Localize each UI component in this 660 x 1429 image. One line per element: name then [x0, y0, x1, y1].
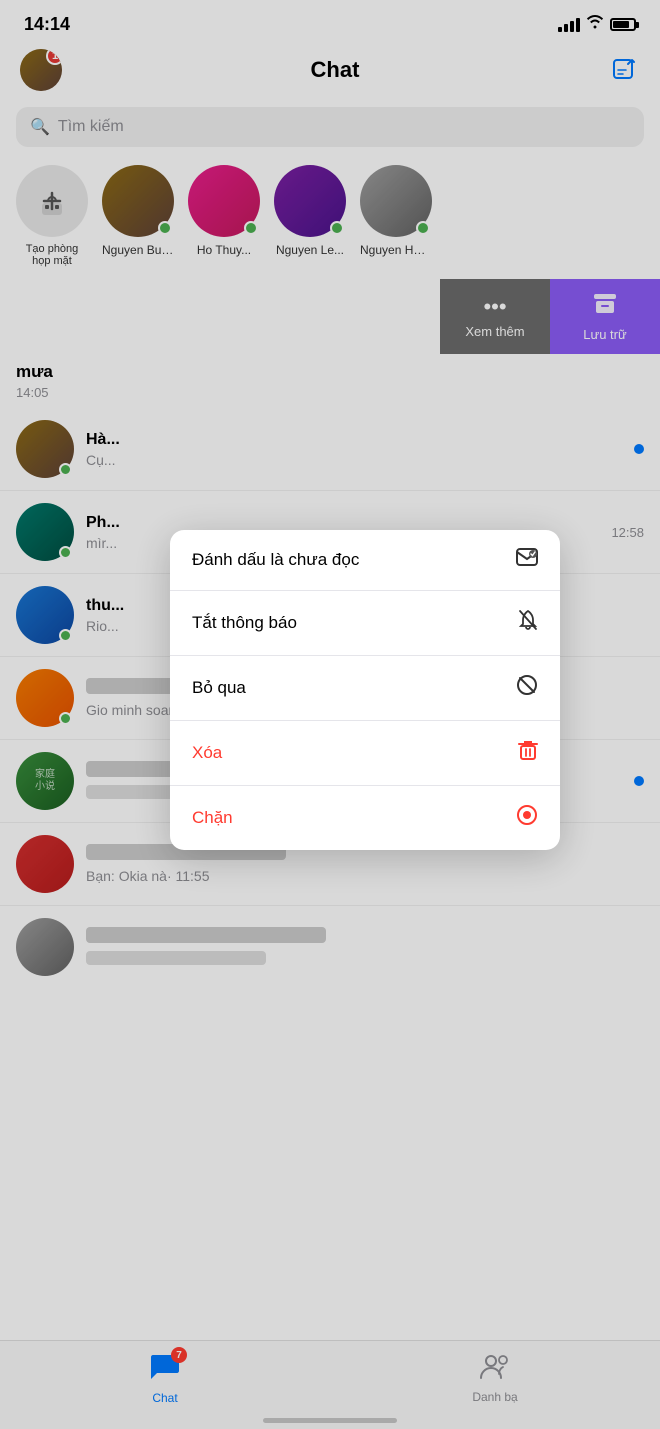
partial-chat-name: mưa	[0, 354, 660, 382]
status-icons	[558, 15, 636, 34]
mute-icon	[518, 609, 538, 637]
story-label-2: Ho Thuy...	[197, 243, 251, 257]
story-item-1[interactable]: Nguyen Buyen...	[102, 165, 174, 267]
stories-row: Tạo phòng họp mặt Nguyen Buyen... Ho Thu…	[0, 159, 660, 279]
chat-preview-6: Bạn: Okia nà· 11:55	[86, 868, 644, 884]
avatar-badge: 1	[46, 49, 62, 65]
more-archive-bar: ••• Xem thêm Lưu trữ	[0, 279, 660, 354]
search-input: Tìm kiếm	[58, 118, 124, 136]
search-bar[interactable]: 🔍 Tìm kiếm	[16, 107, 644, 147]
wifi-icon	[586, 15, 604, 34]
battery-icon	[610, 18, 636, 31]
context-delete[interactable]: Xóa	[170, 721, 560, 786]
delete-label: Xóa	[192, 743, 222, 763]
chat-preview-7	[86, 951, 644, 968]
search-icon: 🔍	[30, 117, 50, 137]
more-label: Xem thêm	[465, 324, 524, 339]
archive-button[interactable]: Lưu trữ	[550, 279, 660, 354]
mark-unread-label: Đánh dấu là chưa đọc	[192, 550, 359, 570]
chat-tab-label: Chat	[152, 1391, 177, 1405]
context-mute[interactable]: Tắt thông báo	[170, 591, 560, 656]
mute-label: Tắt thông báo	[192, 613, 297, 633]
chat-tab-badge: 7	[171, 1347, 187, 1363]
chat-name-7	[86, 927, 644, 948]
story-item-2[interactable]: Ho Thuy...	[188, 165, 260, 267]
chat-avatar-4	[16, 669, 74, 727]
partial-chat-time: 14:05	[0, 382, 660, 408]
page-title: Chat	[311, 57, 360, 83]
context-block[interactable]: Chặn	[170, 786, 560, 850]
header: 1 Chat	[0, 43, 660, 101]
ignore-icon	[516, 674, 538, 702]
status-bar: 14:14	[0, 0, 660, 43]
chat-avatar-2	[16, 503, 74, 561]
chat-name-1: Hà...	[86, 431, 622, 449]
bottom-tabs: 7 Chat Danh bạ	[0, 1340, 660, 1429]
chat-avatar-1	[16, 420, 74, 478]
chat-avatar-5: 家庭小说	[16, 752, 74, 810]
delete-icon	[518, 739, 538, 767]
story-create-label: Tạo phòng họp mặt	[26, 243, 79, 267]
unread-badge-5	[634, 776, 644, 786]
status-time: 14:14	[24, 14, 70, 35]
chat-preview-1: Cụ...	[86, 452, 622, 468]
archive-icon	[592, 291, 618, 323]
chat-tab-icon: 7	[149, 1351, 181, 1388]
tab-chat[interactable]: 7 Chat	[125, 1351, 205, 1405]
chat-name-2: Ph...	[86, 514, 599, 532]
tab-contacts[interactable]: Danh bạ	[455, 1352, 535, 1404]
chat-avatar-3	[16, 586, 74, 644]
chat-avatar-6	[16, 835, 74, 893]
chat-avatar-7	[16, 918, 74, 976]
story-item-3[interactable]: Nguyen Le...	[274, 165, 346, 267]
profile-avatar[interactable]: 1	[20, 49, 62, 91]
chat-item-7[interactable]	[0, 906, 660, 988]
block-label: Chặn	[192, 808, 233, 828]
context-ignore[interactable]: Bỏ qua	[170, 656, 560, 721]
context-menu: Đánh dấu là chưa đọc Tắt thông báo	[170, 530, 560, 850]
archive-label: Lưu trữ	[583, 327, 626, 342]
block-icon	[516, 804, 538, 832]
compose-button[interactable]	[608, 54, 640, 86]
story-label-1: Nguyen Buyen...	[102, 243, 174, 257]
story-item-4[interactable]: Nguyen Huong...	[360, 165, 432, 267]
context-mark-unread[interactable]: Đánh dấu là chưa đọc	[170, 530, 560, 591]
chat-item-1[interactable]: Hà... Cụ...	[0, 408, 660, 491]
contacts-tab-label: Danh bạ	[472, 1390, 517, 1404]
chat-time-2: 12:58	[611, 525, 644, 540]
signal-icon	[558, 18, 580, 32]
home-indicator	[263, 1418, 397, 1423]
mark-unread-icon	[516, 548, 538, 572]
story-label-4: Nguyen Huong...	[360, 243, 432, 257]
more-button[interactable]: ••• Xem thêm	[440, 279, 550, 354]
more-icon: •••	[483, 294, 506, 320]
contacts-tab-icon	[479, 1352, 511, 1387]
unread-badge-1	[634, 444, 644, 454]
ignore-label: Bỏ qua	[192, 678, 246, 698]
story-create[interactable]: Tạo phòng họp mặt	[16, 165, 88, 267]
story-label-3: Nguyen Le...	[276, 243, 344, 257]
